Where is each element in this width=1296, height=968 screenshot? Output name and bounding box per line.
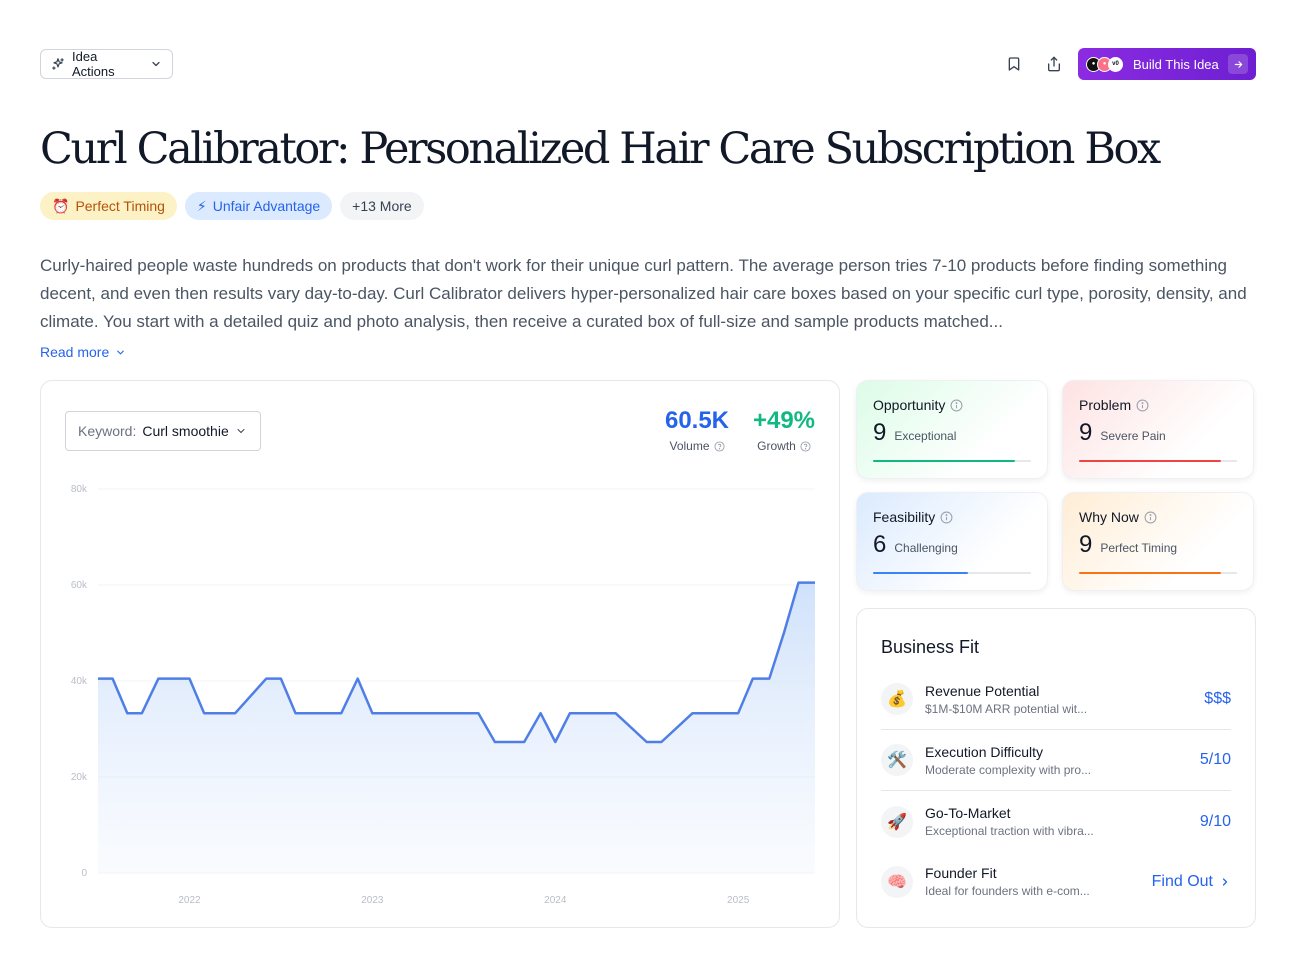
build-label: Build This Idea xyxy=(1133,56,1219,72)
x-tick-label: 2025 xyxy=(727,895,750,906)
business-fit-row-founder[interactable]: 🧠 Founder Fit Ideal for founders with e-… xyxy=(881,851,1231,912)
read-more-label: Read more xyxy=(40,344,110,360)
business-fit-row-revenue[interactable]: 💰 Revenue Potential $1M-$10M ARR potenti… xyxy=(881,669,1231,730)
idea-actions-button[interactable]: Idea Actions xyxy=(40,49,173,79)
metric-progress-fill xyxy=(873,460,1016,462)
business-fit-title: Business Fit xyxy=(881,637,980,657)
idea-description: Curly-haired people waste hundreds on pr… xyxy=(40,256,1247,331)
metric-score: 9 xyxy=(1079,531,1093,558)
row-subtitle: Exceptional traction with vibra... xyxy=(925,824,1094,838)
x-tick-label: 2022 xyxy=(178,895,201,906)
tool-avatars: ● ● v0 xyxy=(1086,56,1123,72)
row-name: Go-To-Market xyxy=(925,805,1011,821)
metric-progress-fill xyxy=(1079,572,1222,574)
metric-title: Feasibility xyxy=(873,509,936,525)
share-icon xyxy=(1048,56,1060,72)
metric-desc: Perfect Timing xyxy=(1100,541,1178,555)
metric-score: 6 xyxy=(873,531,887,558)
row-value: Find Out xyxy=(1151,872,1213,890)
tag-label: +13 More xyxy=(352,198,412,214)
chevron-right-icon xyxy=(1222,877,1228,886)
metric-card-opportunity[interactable]: Opportunity 9 Exceptional xyxy=(856,380,1048,479)
arrow-right-icon xyxy=(1228,54,1248,74)
y-tick-label: 80k xyxy=(71,484,88,495)
row-value: 9/10 xyxy=(1199,812,1231,830)
row-name: Execution Difficulty xyxy=(925,743,1044,760)
metric-score: 9 xyxy=(873,419,887,446)
metric-progress-bar xyxy=(1079,460,1237,462)
row-name: Founder Fit xyxy=(925,865,997,881)
share-button[interactable] xyxy=(1042,52,1066,76)
hammer-wrench-icon: 🛠️ xyxy=(881,744,913,776)
money-bag-icon: 💰 xyxy=(881,683,913,715)
info-icon[interactable] xyxy=(950,399,963,412)
metric-title: Problem xyxy=(1079,397,1132,413)
info-icon[interactable] xyxy=(1136,399,1149,412)
metric-card-feasibility[interactable]: Feasibility 6 Challenging xyxy=(856,492,1048,591)
row-subtitle: Moderate complexity with pro... xyxy=(925,762,1092,777)
trend-chart: 0 20k 40k 60k 80k 2022 2023 2024 2025 xyxy=(71,484,815,906)
x-tick-label: 2024 xyxy=(544,895,567,906)
metric-score: 9 xyxy=(1079,419,1093,446)
row-subtitle: Ideal for founders with e-com... xyxy=(925,884,1090,898)
keyword-trend-card: Keyword: Curl smoothie 60.5K Volume +49%… xyxy=(40,380,840,928)
metric-progress-fill xyxy=(873,572,968,574)
metric-progress-bar xyxy=(873,460,1031,462)
row-value: $$$ xyxy=(1204,690,1231,707)
info-icon[interactable] xyxy=(1144,511,1157,524)
metric-title: Why Now xyxy=(1079,509,1139,525)
row-name: Revenue Potential xyxy=(925,682,1040,699)
page-title: Curl Calibrator: Personalized Hair Care … xyxy=(40,124,1161,174)
rocket-icon: 🚀 xyxy=(881,805,913,838)
business-fit-row-execution[interactable]: 🛠️ Execution Difficulty Moderate complex… xyxy=(881,730,1231,791)
row-value: 5/10 xyxy=(1199,751,1231,768)
read-more-link[interactable]: Read more xyxy=(40,344,126,360)
lightning-icon: ⚡ xyxy=(196,197,207,214)
metric-title: Opportunity xyxy=(873,397,946,413)
tag-list: ⏰ Perfect Timing ⚡ Unfair Advantage +13 … xyxy=(40,192,424,220)
bookmark-icon xyxy=(1008,57,1020,71)
y-tick-label: 0 xyxy=(81,868,87,879)
tag-perfect-timing[interactable]: ⏰ Perfect Timing xyxy=(40,192,177,220)
metric-desc: Severe Pain xyxy=(1100,429,1166,443)
tag-label: Perfect Timing xyxy=(75,198,165,214)
business-fit-card: Business Fit 💰 Revenue Potential $1M-$10… xyxy=(856,608,1256,928)
chevron-down-icon xyxy=(117,350,125,354)
y-tick-label: 60k xyxy=(71,580,88,591)
idea-actions-label: Idea Actions xyxy=(72,49,115,79)
metric-desc: Exceptional xyxy=(894,429,957,443)
find-out-link[interactable]: Find Out xyxy=(1152,873,1231,891)
bookmark-button[interactable] xyxy=(1002,52,1026,76)
sparkles-icon xyxy=(52,58,64,70)
alarm-clock-icon: ⏰ xyxy=(52,197,70,214)
metric-card-problem[interactable]: Problem 9 Severe Pain xyxy=(1062,380,1254,479)
metric-desc: Challenging xyxy=(894,541,958,555)
info-icon[interactable] xyxy=(940,511,953,524)
tool-logo-icon: v0 xyxy=(1108,56,1123,72)
metric-progress-bar xyxy=(873,572,1031,574)
business-fit-row-gtm[interactable]: 🚀 Go-To-Market Exceptional traction with… xyxy=(881,791,1231,852)
brain-icon: 🧠 xyxy=(881,865,913,898)
tag-unfair-advantage[interactable]: ⚡ Unfair Advantage xyxy=(184,192,333,220)
tag-label: Unfair Advantage xyxy=(212,198,321,214)
y-tick-label: 40k xyxy=(71,676,88,687)
build-this-idea-button[interactable]: ● ● v0 Build This Idea xyxy=(1078,48,1256,80)
y-tick-label: 20k xyxy=(71,772,88,783)
metric-progress-bar xyxy=(1079,572,1237,574)
x-tick-label: 2023 xyxy=(361,895,384,906)
metric-progress-fill xyxy=(1079,460,1222,462)
metric-card-why-now[interactable]: Why Now 9 Perfect Timing xyxy=(1062,492,1254,591)
chevron-down-icon xyxy=(152,61,160,67)
series-area xyxy=(98,582,815,873)
tag-more[interactable]: +13 More xyxy=(340,192,424,220)
row-subtitle: $1M-$10M ARR potential wit... xyxy=(925,701,1088,716)
